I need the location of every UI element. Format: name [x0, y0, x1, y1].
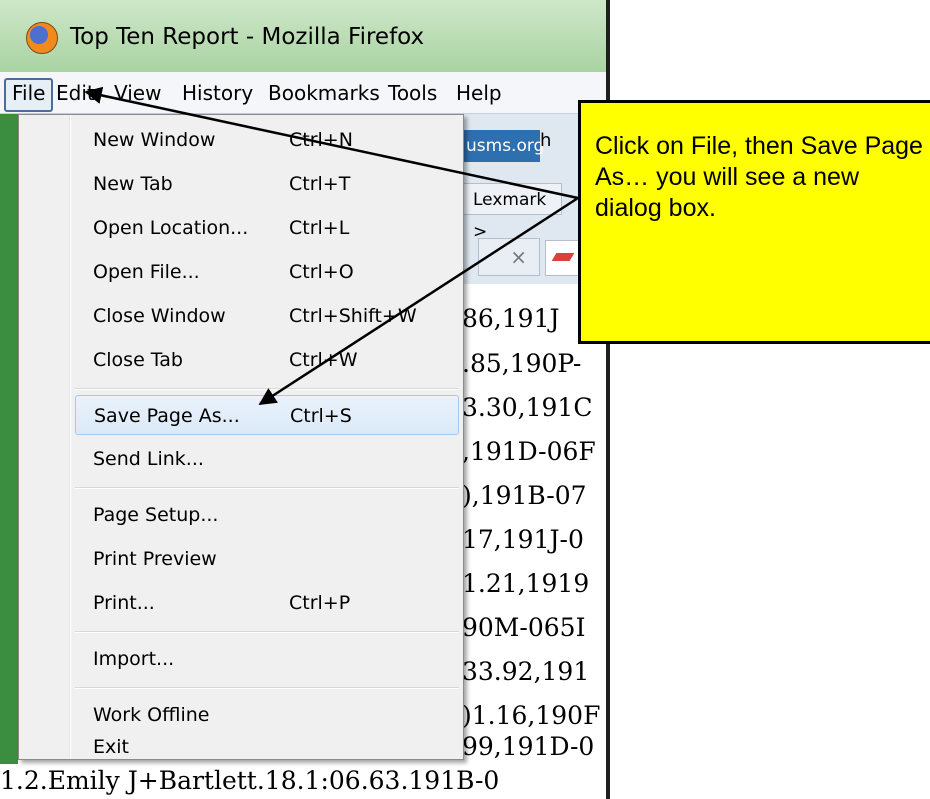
arrow-to-save-page-as [258, 196, 579, 406]
arrow-to-file-menu [84, 86, 579, 200]
annotation-arrows [84, 86, 579, 406]
